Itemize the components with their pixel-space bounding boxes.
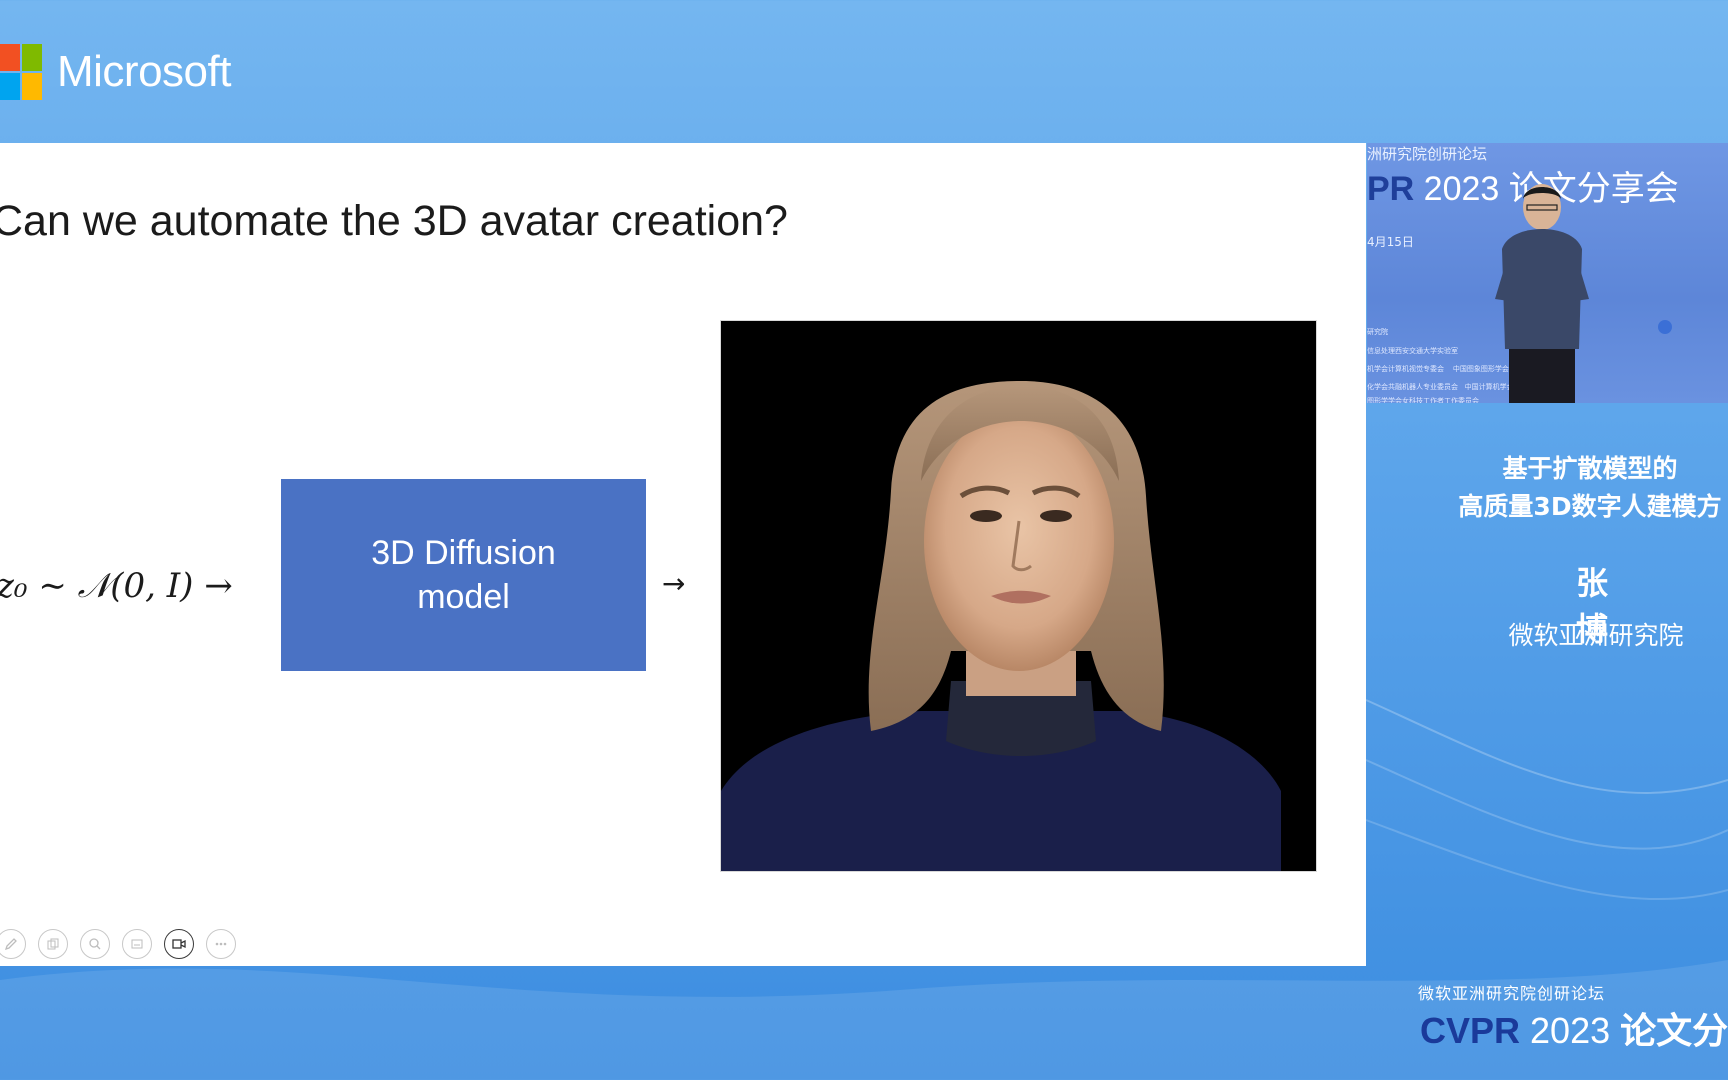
talk-title: 基于扩散模型的 高质量3D数字人建模方 <box>1420 450 1728 526</box>
camera-event-bold: PR <box>1367 170 1415 208</box>
camera-fine-print-2: 信息处理西安交通大学实验室 <box>1367 347 1458 355</box>
microsoft-logo <box>0 44 42 100</box>
footer-event-bold: CVPR <box>1420 1010 1521 1051</box>
brand-name: Microsoft <box>57 47 231 96</box>
footer-event-cn: 论文分享 <box>1620 1011 1728 1052</box>
camera-fine-print-1: 研究院 <box>1367 328 1388 336</box>
speaker-camera-feed: 洲研究院创研论坛 PR 2023 论文分享会 4月15日 研究院 信息处理西安交… <box>1367 143 1728 403</box>
avatar-illustration <box>721 381 1281 871</box>
diffusion-model-box: 3D Diffusion model <box>281 479 646 671</box>
decorative-sphere <box>1658 320 1672 334</box>
noise-formula: z₀ ∼ 𝒩(0, I) → <box>0 566 233 606</box>
footer-event-year: 2023 <box>1520 1010 1621 1051</box>
pen-icon[interactable] <box>0 929 26 959</box>
presenter-figure <box>1495 184 1589 403</box>
slide-toolbar <box>0 929 236 965</box>
output-arrow: → <box>662 567 686 600</box>
talk-title-line1: 基于扩散模型的 <box>1502 454 1678 483</box>
camera-icon[interactable] <box>164 929 194 959</box>
footer-forum: 微软亚洲研究院创研论坛 <box>1418 984 1606 1003</box>
subtitle-icon[interactable] <box>122 929 152 959</box>
camera-date: 4月15日 <box>1367 235 1414 249</box>
presentation-slide: Can we automate the 3D avatar creation? … <box>0 143 1366 966</box>
avatar-render-image <box>720 320 1317 872</box>
camera-fine-print-5: 图形学学会女科技工作者工作委员会 <box>1367 397 1479 403</box>
talk-title-line2: 高质量3D数字人建模方 <box>1458 492 1722 521</box>
copy-icon[interactable] <box>38 929 68 959</box>
slide-title: Can we automate the 3D avatar creation? <box>0 197 788 245</box>
logo-square-blue <box>0 73 20 100</box>
logo-square-green <box>22 44 42 71</box>
diffusion-box-line1: 3D Diffusion <box>371 534 556 572</box>
footer-event: CVPR 2023 论文分享 <box>1420 1002 1728 1054</box>
logo-square-red <box>0 44 20 71</box>
logo-square-yellow <box>22 73 42 100</box>
zoom-icon[interactable] <box>80 929 110 959</box>
more-icon[interactable] <box>206 929 236 959</box>
speaker-org: 微软亚洲研究院 <box>1508 621 1684 650</box>
diffusion-box-line2: model <box>417 578 510 616</box>
